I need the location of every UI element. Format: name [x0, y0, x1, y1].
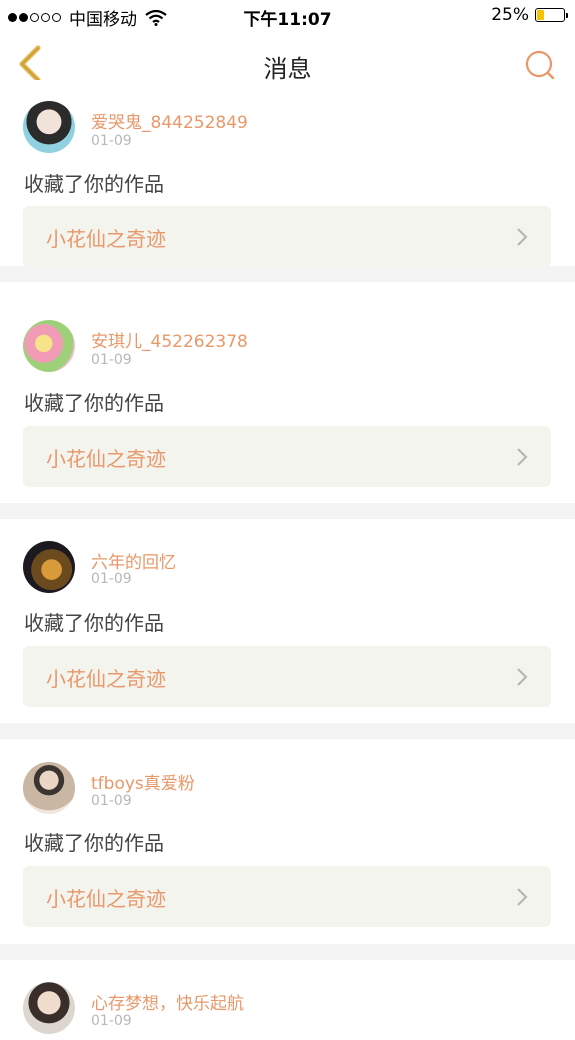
avatar[interactable]: [23, 320, 75, 372]
avatar[interactable]: [23, 101, 75, 153]
work-link[interactable]: 小花仙之奇迹: [23, 426, 551, 487]
chevron-right-icon: [517, 888, 528, 906]
status-time: 下午11:07: [243, 10, 332, 30]
work-link[interactable]: 小花仙之奇迹: [23, 206, 551, 267]
battery-tip: [566, 13, 568, 18]
username-link[interactable]: 爱哭鬼_844252849: [91, 108, 248, 133]
separator: [0, 723, 575, 739]
message-date: 01-09: [91, 1013, 132, 1029]
message-date: 01-09: [91, 571, 132, 587]
chevron-right-icon: [517, 228, 528, 246]
message-date: 01-09: [91, 133, 132, 149]
separator: [0, 266, 575, 282]
avatar[interactable]: [23, 541, 75, 593]
username-link[interactable]: 心存梦想，快乐起航: [91, 989, 244, 1014]
message-card: 心存梦想，快乐起航 01-09: [0, 960, 575, 1040]
action-text: 收藏了你的作品: [24, 611, 164, 635]
action-text: 收藏了你的作品: [24, 831, 164, 855]
username-link[interactable]: tfboys真爱粉: [91, 769, 195, 794]
search-button[interactable]: [523, 48, 557, 82]
message-card: tfboys真爱粉 01-09 收藏了你的作品 小花仙之奇迹: [0, 739, 575, 927]
battery-fill: [537, 10, 544, 20]
message-card: 安琪儿_452262378 01-09 收藏了你的作品 小花仙之奇迹: [0, 282, 575, 487]
status-right: 25%: [491, 5, 568, 25]
message-card: 爱哭鬼_844252849 01-09 收藏了你的作品 小花仙之奇迹: [0, 80, 575, 267]
work-title: 小花仙之奇迹: [46, 667, 166, 691]
work-title: 小花仙之奇迹: [46, 227, 166, 251]
separator: [0, 503, 575, 519]
search-icon: [525, 50, 555, 80]
message-date: 01-09: [91, 352, 132, 368]
avatar[interactable]: [23, 982, 75, 1034]
battery-icon: [535, 8, 568, 22]
message-card: 六年的回忆 01-09 收藏了你的作品 小花仙之奇迹: [0, 519, 575, 707]
page-title: 消息: [263, 55, 312, 83]
status-bar: 中国移动 下午11:07 25%: [0, 0, 575, 32]
username-link[interactable]: 六年的回忆: [91, 548, 176, 573]
chevron-right-icon: [517, 668, 528, 686]
separator: [0, 944, 575, 960]
chevron-right-icon: [517, 448, 528, 466]
message-date: 01-09: [91, 793, 132, 809]
action-text: 收藏了你的作品: [24, 172, 164, 196]
username-link[interactable]: 安琪儿_452262378: [91, 327, 248, 352]
action-text: 收藏了你的作品: [24, 391, 164, 415]
work-link[interactable]: 小花仙之奇迹: [23, 646, 551, 707]
battery-percent: 25%: [491, 5, 529, 25]
avatar[interactable]: [23, 762, 75, 814]
work-link[interactable]: 小花仙之奇迹: [23, 866, 551, 927]
work-title: 小花仙之奇迹: [46, 447, 166, 471]
work-title: 小花仙之奇迹: [46, 887, 166, 911]
